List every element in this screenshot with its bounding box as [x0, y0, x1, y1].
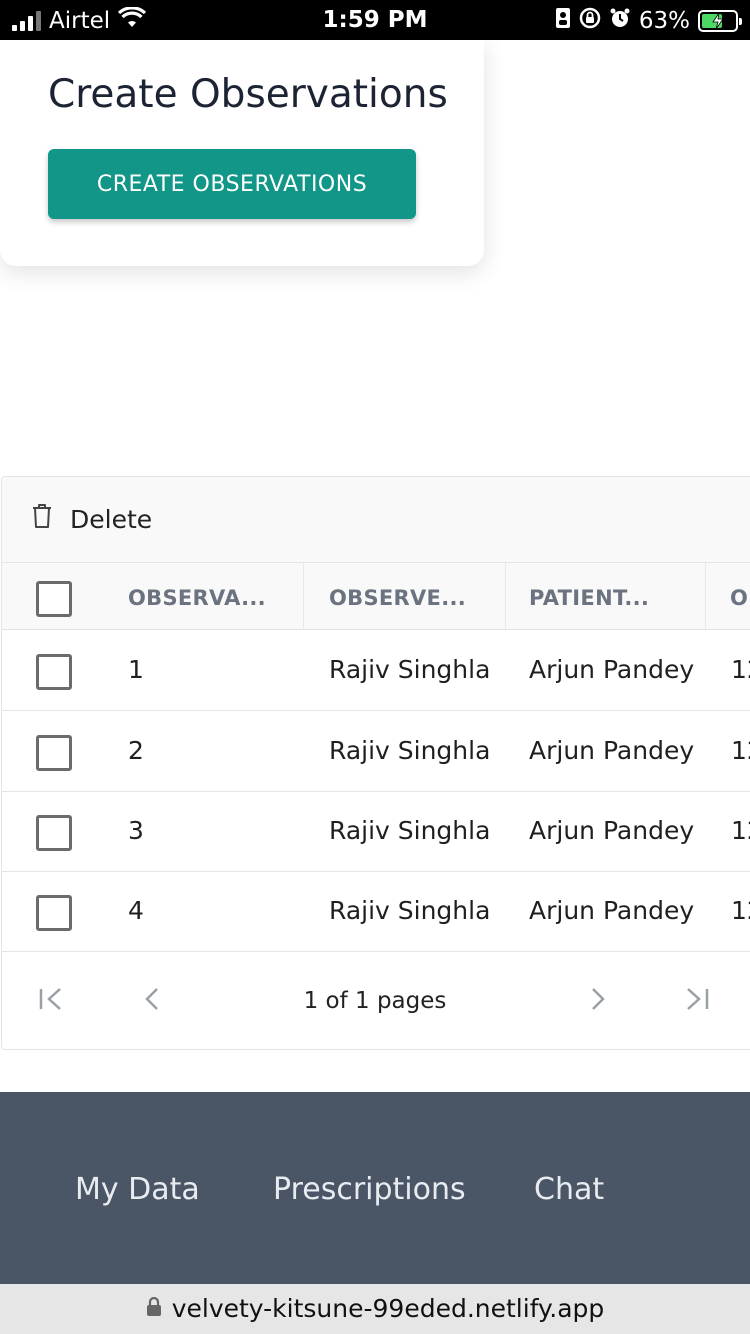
observation-id: 1: [128, 655, 144, 684]
observer-name: Rajiv Singhla: [329, 816, 491, 845]
column-separator[interactable]: [705, 563, 706, 630]
page-indicator: 1 of 1 pages: [303, 988, 447, 1014]
observer-name: Rajiv Singhla: [329, 896, 491, 925]
row-checkbox[interactable]: [36, 654, 72, 690]
patient-name: Arjun Pandey: [529, 896, 695, 925]
create-observations-button[interactable]: CREATE OBSERVATIONS: [48, 149, 416, 219]
row-checkbox[interactable]: [36, 815, 72, 851]
column-header-observer[interactable]: OBSERVE...: [329, 563, 499, 630]
grid-header-row: OBSERVA... OBSERVE... PATIENT... OI: [2, 563, 750, 630]
column-separator[interactable]: [505, 563, 506, 630]
grid-toolbar: Delete: [2, 477, 750, 563]
grid-pagination: 1 of 1 pages: [2, 952, 750, 1049]
nav-my-data[interactable]: My Data: [75, 1172, 200, 1207]
observations-grid: Delete OBSERVA... OBSERVE... PATIENT... …: [1, 476, 750, 1050]
lock-icon: [146, 1294, 162, 1323]
table-row[interactable]: 3 Rajiv Singhla Arjun Pandey 12: [2, 791, 750, 872]
observer-name: Rajiv Singhla: [329, 736, 491, 765]
nav-prescriptions[interactable]: Prescriptions: [273, 1172, 466, 1207]
column-separator[interactable]: [303, 563, 304, 630]
extra-value: 12: [731, 816, 750, 845]
status-right: 63%: [555, 7, 742, 35]
browser-url-bar[interactable]: velvety-kitsune-99eded.netlify.app: [0, 1284, 750, 1334]
trash-icon: [30, 502, 54, 536]
column-header-patient[interactable]: PATIENT...: [529, 563, 699, 630]
column-header-observation[interactable]: OBSERVA...: [128, 563, 298, 630]
delete-label: Delete: [70, 504, 153, 534]
patient-name: Arjun Pandey: [529, 816, 695, 845]
next-page-icon[interactable]: [588, 986, 608, 1019]
card-title: Create Observations: [48, 72, 448, 117]
status-bar: Airtel 1:59 PM 63%: [0, 0, 750, 40]
nav-chat[interactable]: Chat: [534, 1172, 604, 1207]
row-checkbox[interactable]: [36, 735, 72, 771]
select-all-checkbox[interactable]: [36, 581, 72, 617]
table-row[interactable]: 2 Rajiv Singhla Arjun Pandey 12: [2, 711, 750, 792]
observation-id: 3: [128, 816, 144, 845]
extra-value: 12: [731, 896, 750, 925]
column-header-extra[interactable]: OI: [730, 563, 750, 630]
last-page-icon[interactable]: [684, 986, 710, 1019]
observation-id: 4: [128, 896, 144, 925]
alarm-icon: [609, 7, 631, 35]
delete-button[interactable]: Delete: [30, 502, 152, 536]
battery-icon: [698, 10, 742, 32]
row-checkbox[interactable]: [36, 895, 72, 931]
patient-name: Arjun Pandey: [529, 655, 695, 684]
create-observations-card: Create Observations CREATE OBSERVATIONS: [0, 40, 484, 266]
contact-card-icon: [555, 7, 571, 35]
observer-name: Rajiv Singhla: [329, 655, 491, 684]
battery-percent: 63%: [638, 8, 690, 34]
extra-value: 12: [731, 736, 750, 765]
url-display[interactable]: velvety-kitsune-99eded.netlify.app: [146, 1294, 605, 1323]
observation-id: 2: [128, 736, 144, 765]
rotation-lock-icon: [579, 7, 601, 35]
table-row[interactable]: 4 Rajiv Singhla Arjun Pandey 12: [2, 871, 750, 952]
table-row[interactable]: 1 Rajiv Singhla Arjun Pandey 12: [2, 630, 750, 711]
patient-name: Arjun Pandey: [529, 736, 695, 765]
bottom-navigation: My Data Prescriptions Chat: [0, 1092, 750, 1284]
url-text: velvety-kitsune-99eded.netlify.app: [171, 1294, 605, 1323]
extra-value: 12: [731, 655, 750, 684]
